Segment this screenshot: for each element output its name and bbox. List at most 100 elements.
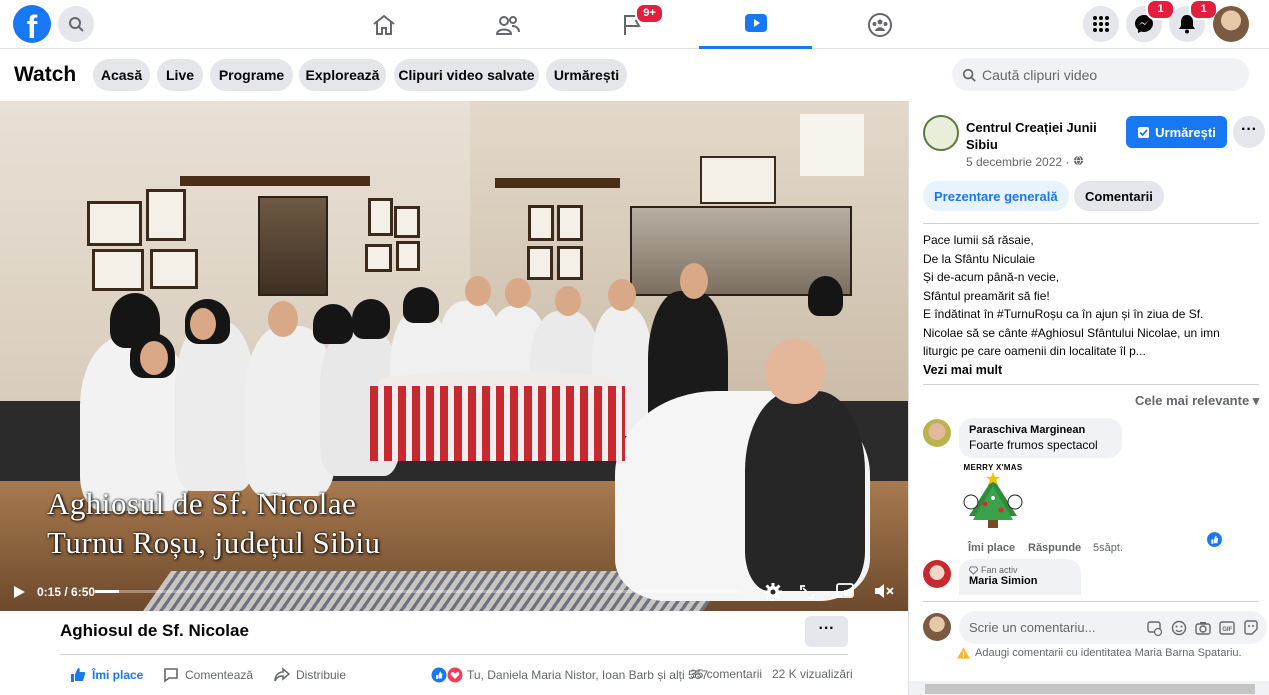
settings-gear-icon[interactable] [763,582,783,602]
commenter-avatar[interactable] [923,419,951,447]
comment-input[interactable]: Scrie un comentariu... GIF [959,611,1267,644]
nav-tab-watch[interactable] [699,0,812,49]
my-avatar[interactable] [923,613,951,641]
thumbs-up-icon [71,668,86,682]
video-frame-logo-sign [800,114,864,176]
pill-saved-videos[interactable]: Clipuri video salvate [394,59,539,91]
tab-overview[interactable]: Prezentare generală [923,181,1069,211]
comment-like-link[interactable]: Îmi place [968,542,1015,554]
page-avatar[interactable] [923,115,959,151]
identity-warning: Adaugi comentarii cu identitatea Maria B… [957,647,1242,659]
fan-badge: Fan activ [969,565,1071,575]
scrollbar-thumb[interactable] [925,684,1255,694]
video-frame-picture [396,241,420,271]
divider [60,654,848,655]
volume-muted-icon[interactable] [874,583,894,599]
following-label: Urmărești [1155,124,1216,140]
video-frame-old-man-vest [745,391,865,591]
search-placeholder: Caută clipuri video [982,66,1098,83]
camera-icon[interactable] [1195,620,1211,636]
menu-button[interactable] [1083,6,1119,42]
video-frame-photo [700,156,776,204]
comment-reply-link[interactable]: Răspunde [1028,542,1081,554]
top-navigation-bar: f 9+ 1 1 [0,0,1269,49]
nav-tab-home[interactable] [327,0,440,49]
fullscreen-icon[interactable] [800,585,814,599]
video-frame-scarf [313,304,353,344]
desc-line: liturgic pe care oamenii din localitate … [923,344,1146,358]
video-frame-picture [87,201,142,246]
commenter-name[interactable]: Paraschiva Marginean [969,424,1112,436]
video-more-button[interactable]: ··· [805,616,848,647]
pill-home[interactable]: Acasă [93,59,150,91]
post-description: Pace lumii să răsaie, De la Sfântu Nicul… [923,231,1263,379]
comment-text: Foarte frumos spectacol [969,438,1098,452]
gif-icon[interactable]: GIF [1219,620,1235,636]
following-button[interactable]: Urmărești [1126,116,1227,148]
desc-line: E îndătinat în #TurnuRoșu ca în ajun și … [923,307,1204,321]
play-icon[interactable] [12,585,26,599]
pill-programs[interactable]: Programe [210,59,293,91]
friends-icon [495,15,520,35]
post-side-panel: Centrul Creației Junii Sibiu 5 decembrie… [908,101,1269,695]
like-button[interactable]: Îmi place [70,667,143,683]
comments-count[interactable]: 35 comentarii [690,667,762,681]
reactors-text: Tu, Daniela Maria Nistor, Ioan Barb și a… [467,668,709,682]
nav-tab-groups[interactable] [823,0,936,49]
share-button[interactable]: Distribuie [274,667,346,683]
miniplayer-icon[interactable] [836,583,854,599]
tab-comments[interactable]: Comentarii [1074,181,1164,211]
post-more-button[interactable]: ··· [1233,116,1265,148]
messenger-button[interactable]: 1 [1126,0,1175,42]
nav-tab-friends[interactable] [451,0,564,49]
facebook-logo[interactable]: f [13,5,51,43]
video-frame-singer [175,321,255,491]
search-icon [962,68,976,82]
video-frame-table [370,386,625,461]
comment-sort-dropdown[interactable]: Cele mai relevante ▾ [1135,393,1259,409]
post-date: 5 decembrie 2022 · [966,155,1084,169]
sticker-text: MERRY X'MAS [963,463,1023,472]
comment-bubble: Fan activ Maria Simion [959,559,1081,595]
comment-label: Comentează [185,668,254,682]
video-frame-face [608,279,636,311]
desc-line: Și de-acum până-n vecie, [923,270,1060,284]
video-title: Aghiosul de Sf. Nicolae [60,621,249,640]
desc-line: Sfântul preamărit să fie! [923,288,1050,303]
emoji-icon[interactable] [1171,620,1187,636]
reactions-summary[interactable]: Tu, Daniela Maria Nistor, Ioan Barb și a… [431,667,708,683]
profile-avatar[interactable] [1213,6,1249,42]
page-name[interactable]: Centrul Creației Junii Sibiu [966,119,1126,153]
views-count: 22 K vizualizări [772,667,853,681]
video-frame-face [190,308,216,340]
share-label: Distribuie [296,668,347,682]
video-progress-bar[interactable] [95,590,742,593]
nav-tab-pages[interactable]: 9+ [575,0,688,49]
see-more-link[interactable]: Vezi mai mult [923,361,1263,380]
like-label: Îmi place [92,668,144,682]
home-icon [372,14,395,35]
video-frame-picture [146,189,186,241]
commenter-avatar[interactable] [923,560,951,588]
pill-following[interactable]: Urmărești [546,59,627,91]
avatar-sticker-icon[interactable] [1147,620,1163,636]
search-button[interactable] [58,6,94,42]
pill-live[interactable]: Live [157,59,203,91]
video-frame-picture [150,249,198,289]
notifications-button[interactable]: 1 [1169,0,1218,42]
pill-explore[interactable]: Explorează [299,59,386,91]
video-time: 0:15 / 6:50 [37,585,96,599]
diamond-icon [969,565,978,575]
video-frame-face [555,286,581,316]
video-frame-picture [527,246,553,280]
video-search-input[interactable]: Caută clipuri video [952,58,1249,91]
video-player[interactable]: Aghiosul de Sf. Nicolae Turnu Roșu, jude… [0,101,908,611]
video-frame-face [465,276,491,306]
svg-text:GIF: GIF [1222,627,1232,633]
christmas-tree-sticker-icon [963,472,1023,528]
video-frame-face [268,301,298,337]
video-frame-picture [365,244,392,272]
sticker-icon[interactable] [1243,620,1259,636]
comment-button[interactable]: Comentează [163,667,253,683]
commenter-name[interactable]: Maria Simion [969,575,1071,587]
